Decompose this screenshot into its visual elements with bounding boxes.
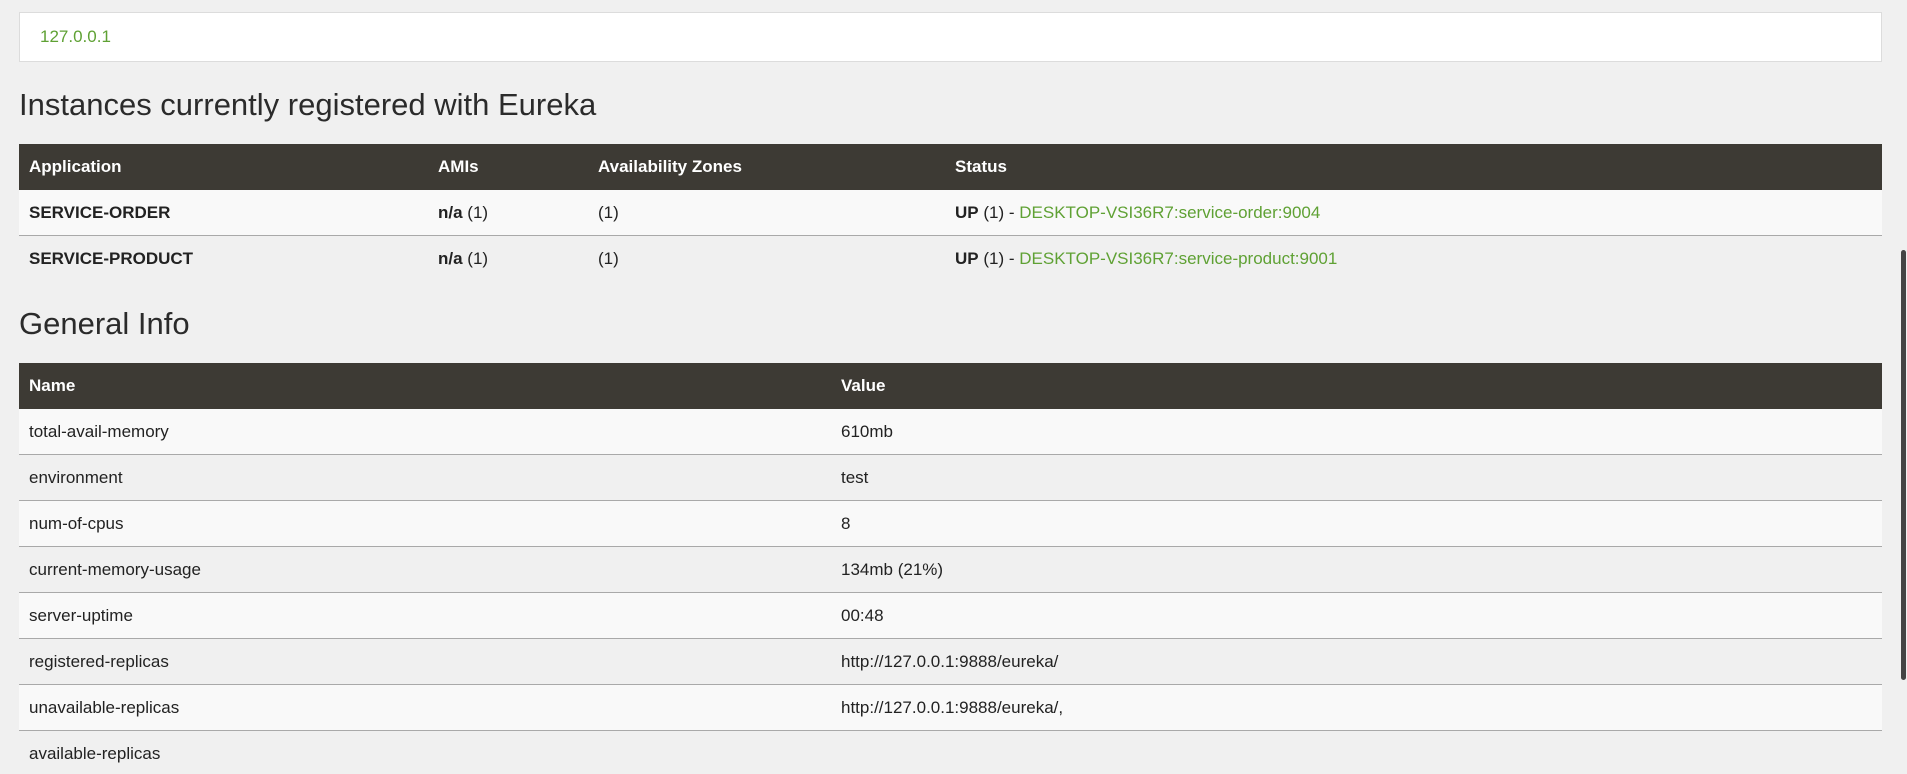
info-value: http://127.0.0.1:9888/eureka/	[831, 638, 1882, 685]
info-value: 8	[831, 500, 1882, 547]
status-count: (1) -	[978, 248, 1020, 268]
info-row: available-replicas	[19, 730, 1882, 774]
info-row: server-uptime 00:48	[19, 592, 1882, 639]
info-row: current-memory-usage 134mb (21%)	[19, 546, 1882, 593]
vertical-scrollbar[interactable]	[1899, 0, 1907, 774]
column-header-status: Status	[955, 157, 1007, 176]
info-name: num-of-cpus	[19, 500, 831, 547]
application-name: SERVICE-PRODUCT	[19, 235, 428, 281]
amis-cell: n/a (1)	[428, 235, 588, 281]
instances-heading: Instances currently registered with Eure…	[19, 87, 597, 122]
info-row: unavailable-replicas http://127.0.0.1:98…	[19, 684, 1882, 731]
amis-cell: n/a (1)	[428, 190, 588, 236]
column-header-amis: AMIs	[438, 157, 479, 176]
status-count: (1) -	[978, 202, 1020, 222]
general-info-table: Name Value total-avail-memory 610mb envi…	[19, 363, 1882, 774]
application-name: SERVICE-ORDER	[19, 190, 428, 236]
status-label: UP	[955, 248, 979, 268]
info-row: num-of-cpus 8	[19, 500, 1882, 547]
info-name: environment	[19, 454, 831, 501]
column-header-name: Name	[29, 376, 76, 395]
ami-label: n/a	[438, 248, 463, 268]
instance-link[interactable]: DESKTOP-VSI36R7:service-product:9001	[1019, 249, 1337, 268]
column-header-zones: Availability Zones	[598, 157, 742, 176]
scrollbar-thumb[interactable]	[1901, 250, 1906, 680]
info-value: 610mb	[831, 409, 1882, 455]
info-row: registered-replicas http://127.0.0.1:988…	[19, 638, 1882, 685]
general-info-heading: General Info	[19, 306, 190, 341]
general-header-row: Name Value	[19, 363, 1882, 409]
info-name: server-uptime	[19, 592, 831, 639]
column-header-value: Value	[841, 376, 886, 395]
ami-count: (1)	[462, 248, 489, 268]
status-label: UP	[955, 202, 979, 222]
ami-count: (1)	[462, 202, 489, 222]
info-value: http://127.0.0.1:9888/eureka/,	[831, 684, 1882, 731]
info-row: environment test	[19, 454, 1882, 501]
info-name: unavailable-replicas	[19, 684, 831, 731]
instance-link[interactable]: DESKTOP-VSI36R7:service-order:9004	[1019, 203, 1320, 222]
column-header-application: Application	[29, 157, 122, 176]
replica-link[interactable]: 127.0.0.1	[40, 27, 111, 47]
zones-cell: (1)	[588, 190, 945, 236]
instances-table: Application AMIs Availability Zones Stat…	[19, 144, 1882, 281]
info-value: 00:48	[831, 592, 1882, 639]
info-value: test	[831, 454, 1882, 501]
info-row: total-avail-memory 610mb	[19, 409, 1882, 455]
info-value	[831, 730, 1882, 774]
zones-cell: (1)	[588, 235, 945, 281]
ami-label: n/a	[438, 202, 463, 222]
instances-header-row: Application AMIs Availability Zones Stat…	[19, 144, 1882, 190]
instance-row: SERVICE-PRODUCT n/a (1) (1) UP (1) - DES…	[19, 235, 1882, 281]
info-name: current-memory-usage	[19, 546, 831, 593]
status-cell: UP (1) - DESKTOP-VSI36R7:service-product…	[945, 235, 1882, 281]
status-cell: UP (1) - DESKTOP-VSI36R7:service-order:9…	[945, 190, 1882, 236]
eureka-dashboard: 127.0.0.1 Instances currently registered…	[0, 0, 1907, 774]
ds-replicas-box: 127.0.0.1	[19, 12, 1882, 62]
info-value: 134mb (21%)	[831, 546, 1882, 593]
info-name: available-replicas	[19, 730, 831, 774]
info-name: registered-replicas	[19, 638, 831, 685]
info-name: total-avail-memory	[19, 409, 831, 455]
instance-row: SERVICE-ORDER n/a (1) (1) UP (1) - DESKT…	[19, 190, 1882, 236]
